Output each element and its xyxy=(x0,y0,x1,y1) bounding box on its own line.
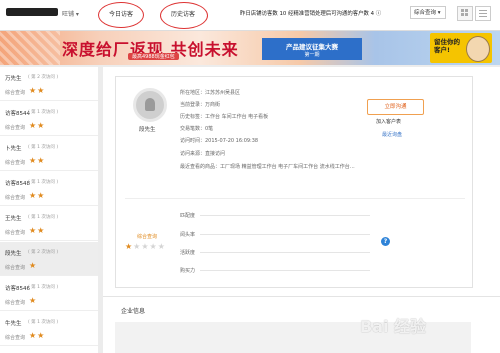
star-icon: ★★ xyxy=(29,331,46,340)
watermark-logo: Bai 经验 xyxy=(360,317,427,336)
banner-subtext: 最高4988现金红包 xyxy=(128,53,179,60)
visitor-list-item[interactable]: 访客8548( 第 1 次访问 ) 综合查询 ★★ xyxy=(0,172,98,206)
visitor-list-item[interactable]: 牛先生 ( 第 1 次访问 ) 综合查询 ★★ xyxy=(0,312,98,346)
recent-inquiry-link[interactable]: 最近询盘 xyxy=(382,131,402,138)
visitor-level-label: 综合查询 xyxy=(5,265,26,271)
divider xyxy=(125,198,465,199)
campaign-phase: 第一期 xyxy=(304,52,320,58)
visitor-visit-count: ( 第 1 次访问 ) xyxy=(28,320,59,325)
star-icon: ★★ xyxy=(29,121,46,130)
visitor-list-name: 牛先生 xyxy=(5,321,22,327)
avatar xyxy=(133,88,167,122)
grid-view-icon[interactable] xyxy=(457,6,473,21)
visitor-list-item[interactable]: 王先生 ( 第 1 次访问 ) 综合查询 ★★ xyxy=(0,207,98,241)
visitor-list-item[interactable]: 访客8544( 第 1 次访问 ) 综合查询 ★★ xyxy=(0,102,98,136)
visitor-visit-count: ( 第 1 次访问 ) xyxy=(28,180,59,185)
info-history-tags: 历史标签：工作台 车间工作台 电子看板 xyxy=(180,114,269,120)
star-icon: ★★ xyxy=(29,226,46,235)
metric-purchasing-power-bar xyxy=(200,270,370,271)
list-view-icon[interactable] xyxy=(475,6,491,21)
visitor-list-item[interactable]: 段先生 ( 第 2 次访问 ) 综合查询 ★ xyxy=(0,242,98,276)
banner-ad[interactable]: 留住你的客户! xyxy=(430,33,492,63)
visitor-list-name: 访客8544 xyxy=(5,111,30,117)
visitor-visit-count: ( 第 1 次访问 ) xyxy=(28,215,59,220)
info-trade-count: 交易笔数：0笔 xyxy=(180,126,214,132)
company-section xyxy=(103,296,500,319)
visitor-list-name: 访客8546 xyxy=(5,286,30,292)
campaign-title: 产品建议征集大赛 xyxy=(286,43,338,51)
visitor-level-label: 综合查询 xyxy=(5,90,26,96)
star-icon: ★ xyxy=(29,261,38,270)
visitor-visit-count: ( 第 2 次访问 ) xyxy=(28,250,59,255)
visitor-name: 段先生 xyxy=(139,127,156,133)
banner-decoration xyxy=(0,31,60,65)
filled-star-icon: ★ xyxy=(125,242,134,251)
info-visit-source: 访问来源：直接访问 xyxy=(180,151,226,157)
visitor-level-label: 综合查询 xyxy=(5,195,26,201)
annotation-circle xyxy=(160,2,208,29)
visitor-list-item[interactable]: 卜先生 ( 第 1 次访问 ) 综合查询 ★★ xyxy=(0,137,98,171)
contact-button[interactable]: 立即沟通 xyxy=(367,99,424,115)
rating-label: 综合查询 xyxy=(137,234,158,240)
visitor-visit-count: ( 第 1 次访问 ) xyxy=(28,285,59,290)
visitor-list-name: 王先生 xyxy=(5,216,22,222)
company-title: 企业信息 xyxy=(121,308,146,315)
metric-open-rate-bar xyxy=(200,234,370,235)
banner-ad-face-image xyxy=(466,36,490,62)
banner-campaign[interactable]: 产品建议征集大赛 第一期 xyxy=(262,38,362,60)
visitor-list-name: 访客8548 xyxy=(5,181,30,187)
visitor-list-name: 段先生 xyxy=(5,251,22,257)
info-region: 所在地区：江苏苏州吴县区 xyxy=(180,90,241,96)
info-visit-time: 访问时间：2015-07-20 16:09:38 xyxy=(180,138,259,144)
info-login: 当前登录：万商街 xyxy=(180,102,221,108)
metric-open-rate: 阅头率 xyxy=(180,232,196,238)
visitor-summary: 昨日店铺访客数 10 经精准营销处理后可沟通的客户数 4 ⓘ xyxy=(240,11,382,17)
visitor-level-label: 综合查询 xyxy=(5,300,26,306)
add-to-customers-link[interactable]: 加入客户表 xyxy=(376,118,401,125)
visitor-level-label: 综合查询 xyxy=(5,230,26,236)
visitor-level-label: 综合查询 xyxy=(5,335,26,341)
star-icon: ★★ xyxy=(29,86,46,95)
visitor-visit-count: ( 第 1 次访问 ) xyxy=(28,110,59,115)
help-icon[interactable]: ? xyxy=(381,237,390,246)
metric-purchasing-power: 购买力 xyxy=(180,268,196,274)
rating-stars: ★★★★★ xyxy=(125,242,166,251)
visitor-level-label: 综合查询 xyxy=(5,160,26,166)
sort-select[interactable]: 综合查询 ▾ xyxy=(410,6,446,19)
visitor-list: 万先生( 第 2 次访问 ) 综合查询 ★★ 访客8544( 第 1 次访问 ) 综合查… xyxy=(0,67,98,353)
metric-activity-bar xyxy=(200,252,370,253)
visitor-level-label: 综合查询 xyxy=(5,125,26,131)
visitor-list-name: 万先生 xyxy=(5,76,22,82)
empty-star-icon: ★★★★ xyxy=(133,242,166,251)
visitor-visit-count: ( 第 1 次访问 ) xyxy=(28,145,59,150)
shop-name-dropdown[interactable]: 旺铺 ▾ xyxy=(62,9,79,18)
visitor-list-name: 卜先生 xyxy=(5,146,22,152)
info-recent-views[interactable]: 最近查看的商品：工厂现场 精益管理工作台 电子厂车间工作台 流水线工作台… xyxy=(180,163,355,170)
metric-match-bar xyxy=(200,215,370,216)
user-icon xyxy=(145,98,155,111)
star-icon: ★ xyxy=(29,296,38,305)
visitor-list-item[interactable]: 万先生 ( 第 2 次访问 ) 综合查询 ★★ xyxy=(0,67,98,101)
visitor-list-item[interactable]: 访客8546( 第 1 次访问 ) 综合查询 ★ xyxy=(0,277,98,311)
redacted-account xyxy=(6,8,58,16)
annotation-circle xyxy=(98,2,144,28)
banner-ad-text: 留住你的客户! xyxy=(434,38,460,54)
metric-activity: 活跃度 xyxy=(180,250,196,256)
visitor-visit-count: ( 第 2 次访问 ) xyxy=(28,75,59,80)
metric-match: 匹配度 xyxy=(180,213,196,219)
star-icon: ★★ xyxy=(29,191,46,200)
star-icon: ★★ xyxy=(29,156,46,165)
